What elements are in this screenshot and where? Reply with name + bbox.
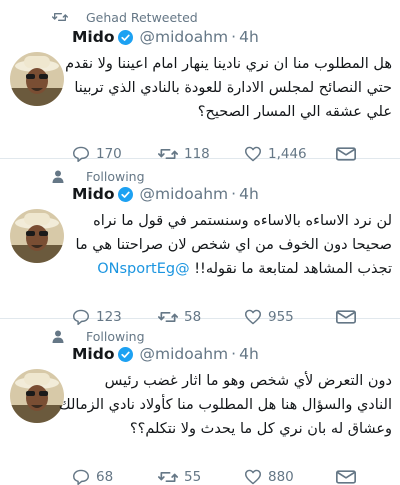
tweet-text-line: وعشاق له بان نري كل ما يحدث ولا نتكلم؟؟: [129, 421, 392, 437]
separator-dot: ·: [231, 345, 237, 363]
context-label: Following: [86, 328, 145, 344]
reply-icon: [72, 469, 89, 485]
tweet-text-line: حتي النصائح لمجلس الادارة للعودة بالنادي…: [74, 80, 392, 96]
direct-message-button[interactable]: [336, 470, 366, 484]
retweet-icon: [52, 11, 80, 23]
person-icon: [52, 330, 80, 343]
tweet[interactable]: Following Mido @midoahm · 4h لن نرد الاس…: [0, 159, 400, 325]
avatar[interactable]: [10, 209, 64, 263]
context-label: Gehad Retweeted: [86, 9, 198, 25]
verified-badge-icon: [118, 346, 134, 362]
separator-dot: ·: [231, 28, 237, 46]
tweet-text: هل المطلوب منا ان نري نادينا ينهار امام …: [65, 52, 392, 124]
separator-dot: ·: [231, 185, 237, 203]
tweet-text-line: صحيحا دون الخوف من اي شخص لان صراحتنا هي…: [75, 237, 392, 253]
tweet-text-line: لن نرد الاساءه بالاساءه وسنستمر في قول م…: [93, 213, 392, 229]
avatar[interactable]: [10, 52, 64, 106]
tweet-text-line: هل المطلوب منا ان نري نادينا ينهار امام …: [65, 56, 392, 72]
tweet-text-line: علي عشقه الي المسار الصحيح؟: [197, 104, 392, 120]
tweet-header: Mido @midoahm · 4h: [72, 185, 259, 203]
verified-badge-icon: [118, 29, 134, 45]
timestamp[interactable]: 4h: [239, 185, 259, 203]
user-handle[interactable]: @midoahm: [139, 185, 228, 203]
like-count: 880: [268, 469, 294, 485]
heart-icon: [245, 469, 261, 485]
tweet-context: Following: [52, 327, 145, 345]
mention-link[interactable]: @ONsportEg: [97, 261, 189, 277]
tweet-header: Mido @midoahm · 4h: [72, 28, 259, 46]
person-icon: [52, 170, 80, 183]
reply-count: 68: [96, 469, 114, 485]
like-button[interactable]: 880: [244, 469, 336, 485]
avatar[interactable]: [10, 369, 64, 423]
tweet-actions: 68 55 880: [72, 469, 366, 485]
verified-badge-icon: [118, 186, 134, 202]
tweet-context: Following: [52, 167, 145, 185]
context-label: Following: [86, 168, 145, 184]
tweet-text-line: دون التعرض لأي شخص وهو ما اثار غضب رئيس: [104, 373, 392, 389]
retweet-count: 55: [184, 469, 202, 485]
tweet[interactable]: Following Mido @midoahm · 4h دون التعرض …: [0, 319, 400, 485]
tweet[interactable]: Gehad Retweeted Mido @midoahm · 4h هل ال…: [0, 0, 400, 162]
tweet-text-line: تجذب المشاهد لمتابعة ما نقوله!! @ONsport…: [72, 257, 392, 281]
tweet-text-segment: تجذب المشاهد لمتابعة ما نقوله!!: [194, 261, 392, 277]
user-handle[interactable]: @midoahm: [139, 28, 228, 46]
user-name[interactable]: Mido: [72, 345, 114, 363]
tweet-header: Mido @midoahm · 4h: [72, 345, 259, 363]
user-name[interactable]: Mido: [72, 185, 114, 203]
user-name[interactable]: Mido: [72, 28, 114, 46]
timestamp[interactable]: 4h: [239, 345, 259, 363]
user-handle[interactable]: @midoahm: [139, 345, 228, 363]
tweet-text: لن نرد الاساءه بالاساءه وسنستمر في قول م…: [72, 209, 392, 281]
timestamp[interactable]: 4h: [239, 28, 259, 46]
retweet-icon: [158, 472, 178, 482]
retweet-button[interactable]: 55: [158, 469, 244, 485]
envelope-icon: [336, 470, 356, 484]
tweet-context: Gehad Retweeted: [52, 8, 198, 26]
reply-button[interactable]: 68: [72, 469, 158, 485]
tweet-text-line: النادي والسؤال هنا هل المطلوب منا كأولاد…: [58, 397, 392, 413]
tweet-text: دون التعرض لأي شخص وهو ما اثار غضب رئيس …: [58, 369, 392, 441]
